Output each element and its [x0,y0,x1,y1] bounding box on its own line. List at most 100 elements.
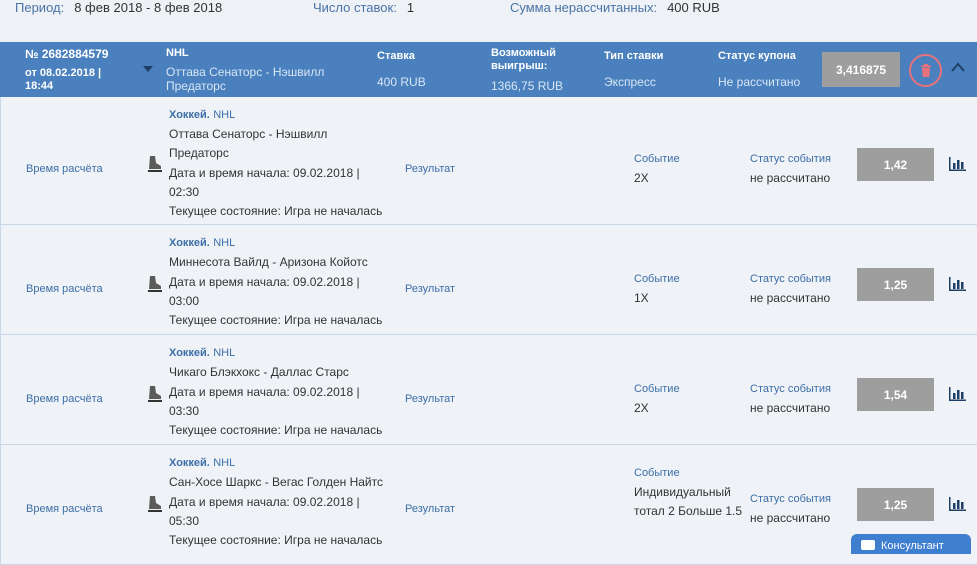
unsettled-value: 400 RUB [667,0,720,15]
result-label: Результат [405,283,456,295]
bet-type-value: Экспресс [604,75,656,89]
result-label: Результат [405,163,456,175]
bets-count-label: Число ставок: [313,0,397,15]
event-match-line2: Предаторс [169,146,229,160]
coupon-match-line1: Оттава Сенаторс - Нэшвилл [166,65,325,79]
bets-count-summary: Число ставок: 1 [313,0,414,15]
event-match: Чикаго Блэкхокс - Даллас Старс [169,365,349,379]
period-label: Период: [15,0,65,15]
league-name: NHL [213,347,236,359]
settle-time-label: Время расчёта [26,503,103,515]
event-coefficient: 1,25 [857,488,934,521]
chat-icon [861,540,875,550]
event-status-label: Статус события [750,153,831,165]
event-status-label: Статус события [750,273,831,285]
event-start-date: Дата и время начала: 09.02.2018 | [169,166,360,180]
event-match: Миннесота Вайлд - Аризона Койотс [169,255,368,269]
hockey-skate-icon [148,276,162,292]
event-row: Время расчёта Хоккей. NHL Оттава Сенатор… [0,97,977,225]
consultant-label: Консультант [881,540,944,552]
event-row: Время расчёта Хоккей. NHL Чикаго Блэкхок… [0,335,977,445]
event-sport-league: Хоккей. NHL [169,235,235,249]
event-start-time: 03:30 [169,404,200,418]
league-name: NHL [213,109,236,121]
event-start-date: Дата и время начала: 09.02.2018 | [169,495,360,509]
event-status-value: не рассчитано [750,511,831,525]
event-match: Сан-Хосе Шаркс - Вегас Голден Найтс [169,475,383,489]
event-state: Текущее состояние: Игра не началась [169,423,383,437]
settle-time-label: Время расчёта [26,163,103,175]
total-coefficient: 3,416875 [822,52,900,87]
hockey-skate-icon [148,496,162,512]
statistics-chart-icon[interactable] [949,497,966,511]
event-status-value: не рассчитано [750,401,831,415]
event-row: Время расчёта Хоккей. NHL Миннесота Вайл… [0,225,977,335]
event-match: Оттава Сенаторс - Нэшвилл [169,127,328,141]
sport-name: Хоккей. [169,237,210,249]
hockey-skate-icon [148,386,162,402]
possible-win-label-line2: выигрыш: [491,60,548,72]
sport-name: Хоккей. [169,347,210,359]
possible-win-value: 1366,75 RUB [491,79,564,93]
event-status-label: Статус события [750,383,831,395]
event-state: Текущее состояние: Игра не началась [169,204,383,218]
statistics-chart-icon[interactable] [949,157,966,171]
hockey-skate-icon [148,156,162,172]
event-coefficient: 1,25 [857,268,934,301]
event-label: Событие [634,467,680,479]
event-coefficient: 1,54 [857,378,934,411]
event-start-time: 05:30 [169,514,200,528]
bets-count-value: 1 [406,0,415,15]
statistics-chart-icon[interactable] [949,387,966,401]
statistics-chart-icon[interactable] [949,277,966,291]
possible-win-label-line1: Возможный [491,47,556,59]
unsettled-label: Сумма нерассчитанных: [510,0,658,15]
coupon-time: 18:44 [25,80,54,92]
stake-label: Ставка [377,50,415,62]
event-row: Время расчёта Хоккей. NHL Сан-Хосе Шаркс… [0,445,977,565]
consultant-button[interactable]: Консультант [851,534,971,554]
delete-coupon-button[interactable] [909,54,942,87]
event-label: Событие [634,383,680,395]
caret-down-icon[interactable] [143,66,153,72]
coupon-card: № 2682884579 от 08.02.2018 | 18:44 NHL О… [0,42,977,565]
event-outcome: Индивидуальный тотал 2 Больше 1.5 [634,485,743,518]
sport-name: Хоккей. [169,457,210,469]
coupon-status-label: Статус купона [718,50,796,62]
stake-value: 400 RUB [377,75,426,89]
result-label: Результат [405,393,456,405]
coupon-header[interactable]: № 2682884579 от 08.02.2018 | 18:44 NHL О… [0,42,977,97]
bet-type-label: Тип ставки [604,50,664,62]
coupon-date: от 08.02.2018 | [25,67,102,79]
event-sport-league: Хоккей. NHL [169,455,235,469]
league-name: NHL [213,457,236,469]
event-label: Событие [634,153,680,165]
collapse-chevron-up-icon[interactable] [950,60,966,74]
result-label: Результат [405,503,456,515]
period-value: 8 фев 2018 - 8 фев 2018 [74,0,223,15]
event-start-time: 02:30 [169,185,200,199]
event-sport-league: Хоккей. NHL [169,345,235,359]
period-summary: Период: 8 фев 2018 - 8 фев 2018 [15,0,222,15]
event-status-label: Статус события [750,493,831,505]
event-status-value: не рассчитано [750,291,831,305]
event-sport-league: Хоккей. NHL [169,107,235,121]
unsettled-summary: Сумма нерассчитанных: 400 RUB [510,0,720,15]
bets-summary: Период: 8 фев 2018 - 8 фев 2018 Число ста… [0,0,977,32]
sport-name: Хоккей. [169,109,210,121]
league-name: NHL [213,237,236,249]
coupon-status-value: Не рассчитано [718,75,801,89]
trash-icon [920,64,931,77]
event-state: Текущее состояние: Игра не началась [169,533,383,547]
event-coefficient: 1,42 [857,148,934,181]
event-start-date: Дата и время начала: 09.02.2018 | [169,275,360,289]
event-label: Событие [634,273,680,285]
coupon-number: № 2682884579 [25,47,109,61]
event-start-date: Дата и время начала: 09.02.2018 | [169,385,360,399]
coupon-match-line2: Предаторс [166,79,226,93]
settle-time-label: Время расчёта [26,393,103,405]
event-state: Текущее состояние: Игра не началась [169,313,383,327]
event-start-time: 03:00 [169,294,200,308]
coupon-league: NHL [166,47,189,59]
settle-time-label: Время расчёта [26,283,103,295]
